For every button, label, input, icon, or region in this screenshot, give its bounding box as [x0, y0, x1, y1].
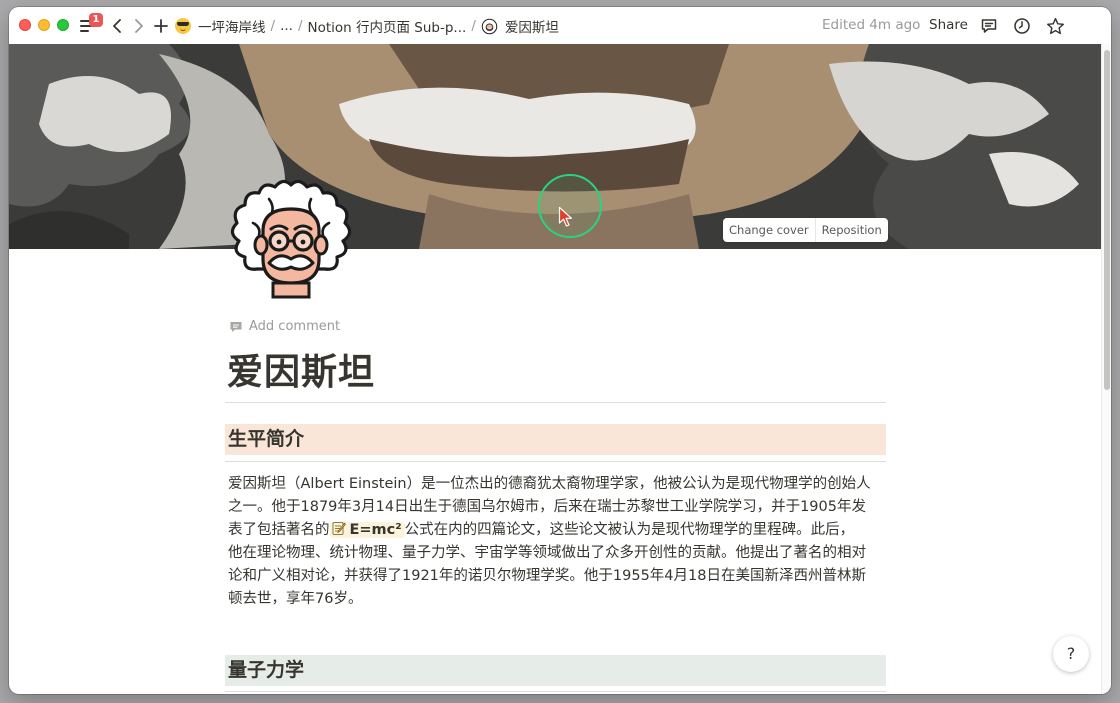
- paragraph-line: 爱因斯坦（Albert Einstein）是一位杰出的德裔犹太裔物理学家，他被公…: [228, 476, 871, 492]
- biography-paragraph[interactable]: 爱因斯坦（Albert Einstein）是一位杰出的德裔犹太裔物理学家，他被公…: [228, 473, 888, 611]
- app-window: 1 一坪海岸线 / ... / Notion 行内页面 Sub-p... / 爱…: [9, 7, 1111, 694]
- change-cover-button[interactable]: Change cover: [723, 218, 815, 242]
- heading-biography[interactable]: 生平简介: [225, 424, 886, 455]
- paragraph-line: 顿去世，享年76岁。: [228, 591, 363, 607]
- memo-icon: [332, 522, 346, 535]
- breadcrumb-item-current[interactable]: 爱因斯坦: [505, 16, 559, 36]
- breadcrumb: 一坪海岸线 / ... / Notion 行内页面 Sub-p... / 爱因斯…: [175, 16, 559, 36]
- paragraph-line-with-mention: 表了包括著名的 E=mc² 公式在内的四篇论文，这些论文被认为是现代物理学的里程碑。…: [228, 519, 888, 542]
- comment-icon: [230, 321, 242, 332]
- reposition-button[interactable]: Reposition: [814, 218, 888, 242]
- cover-controls: Change cover Reposition: [723, 218, 888, 242]
- breadcrumb-item[interactable]: 一坪海岸线: [198, 16, 266, 36]
- title-divider: [225, 402, 886, 403]
- last-edited-text: Edited 4m ago: [822, 17, 921, 33]
- share-button[interactable]: Share: [929, 17, 968, 33]
- scrollbar-thumb[interactable]: [1104, 50, 1110, 390]
- paragraph-line: 之一。他于1879年3月14日出生于德国乌尔姆市，后来在瑞士苏黎世工业学院学习，…: [228, 499, 866, 515]
- favorite-star-icon[interactable]: [1044, 15, 1066, 37]
- new-page-icon[interactable]: [150, 15, 172, 37]
- heading-quantum-mechanics[interactable]: 量子力学: [225, 655, 886, 686]
- add-comment-label: Add comment: [249, 319, 341, 334]
- inline-page-mention[interactable]: E=mc²: [329, 522, 405, 538]
- breadcrumb-item[interactable]: Notion 行内页面 Sub-p...: [308, 16, 467, 36]
- forward-icon[interactable]: [128, 15, 150, 37]
- minimize-window-button[interactable]: [38, 19, 50, 31]
- paragraph-line: 他在理论物理、统计物理、量子力学、宇宙学等领域做出了众多开创性的贡献。他提出了著…: [228, 545, 866, 561]
- section-divider: [225, 691, 886, 692]
- back-icon[interactable]: [106, 15, 128, 37]
- breadcrumb-item[interactable]: ...: [280, 18, 293, 34]
- section-divider: [225, 461, 886, 462]
- sunglasses-emoji-icon: [175, 18, 191, 34]
- einstein-page-icon[interactable]: [229, 179, 353, 301]
- einstein-page-icon: [481, 18, 498, 34]
- close-window-button[interactable]: [19, 19, 31, 31]
- inline-page-title: E=mc²: [349, 522, 402, 538]
- notification-badge: 1: [89, 13, 103, 27]
- zoom-window-button[interactable]: [57, 19, 69, 31]
- page-scrollbar[interactable]: [1101, 44, 1111, 694]
- paragraph-line: 论和广义相对论，并获得了1921年的诺贝尔物理学奖。他于1955年4月18日在美…: [228, 568, 866, 584]
- page-title[interactable]: 爱因斯坦: [227, 343, 375, 395]
- comments-icon[interactable]: [978, 15, 1000, 37]
- paragraph-text: 公式在内的四篇论文，这些论文被认为是现代物理学的里程碑。此后，: [404, 522, 855, 538]
- paragraph-text: 表了包括著名的: [228, 522, 330, 538]
- mouse-cursor-icon: [558, 206, 573, 227]
- help-icon[interactable]: ?: [1053, 636, 1089, 672]
- top-bar: 1 一坪海岸线 / ... / Notion 行内页面 Sub-p... / 爱…: [9, 7, 1111, 44]
- updates-clock-icon[interactable]: [1011, 15, 1033, 37]
- add-comment-button[interactable]: Add comment: [229, 319, 340, 334]
